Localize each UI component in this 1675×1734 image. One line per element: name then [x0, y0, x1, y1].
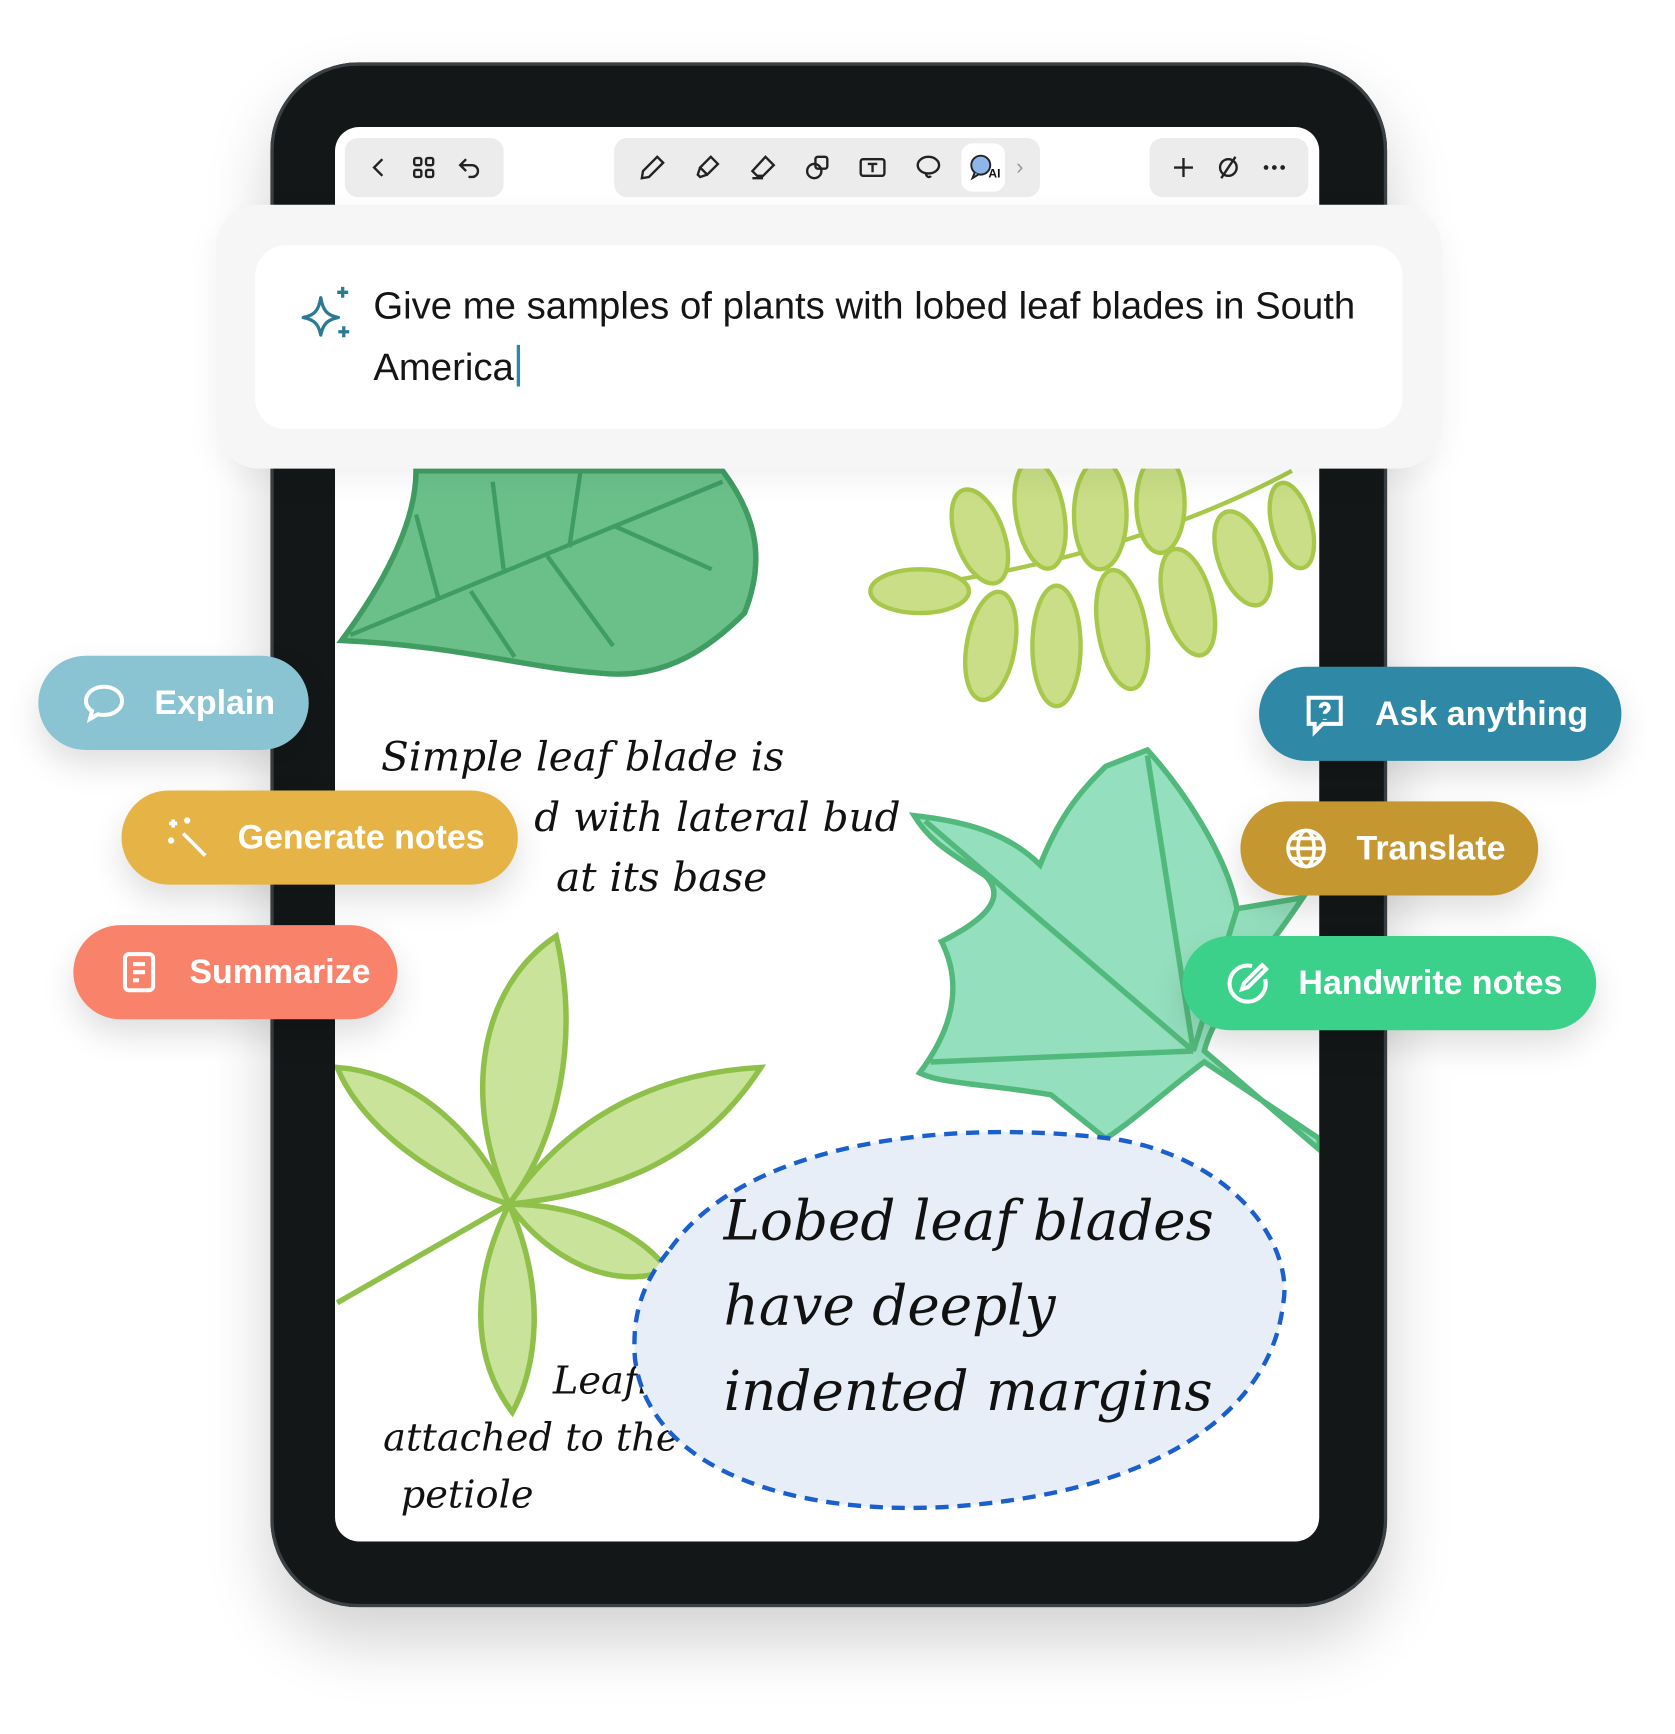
explain-label: Explain [154, 683, 276, 722]
ai-badge: AI [988, 167, 1001, 181]
highlighter-icon[interactable] [686, 143, 730, 191]
undo-icon[interactable] [448, 143, 492, 191]
ask-anything-button[interactable]: Ask anything [1259, 666, 1622, 761]
toolbar-left-group [344, 137, 504, 198]
note-line: Lobed leaf blades [723, 1188, 1214, 1253]
generate-notes-label: Generate notes [237, 817, 485, 857]
text-box-icon[interactable] [851, 143, 895, 191]
back-icon[interactable] [357, 143, 401, 191]
ai-chat-icon[interactable]: AI [961, 143, 1005, 192]
chevron-right-icon[interactable]: › [1016, 155, 1023, 180]
add-icon[interactable] [1161, 143, 1205, 191]
hide-icon[interactable] [1207, 143, 1251, 191]
speech-bubble-icon [83, 684, 125, 724]
generate-notes-button[interactable]: Generate notes [121, 790, 518, 885]
globe-icon [1286, 828, 1326, 869]
toolbar-right-group [1149, 137, 1309, 198]
translate-label: Translate [1356, 828, 1506, 868]
summarize-button[interactable]: Summarize [73, 925, 398, 1020]
magic-wand-icon [168, 817, 207, 857]
note-line: have deeply [723, 1274, 1056, 1338]
pen-circle-icon [1227, 962, 1269, 1004]
ai-prompt-panel: Give me samples of plants with lobed lea… [215, 204, 1442, 469]
text-cursor [517, 344, 521, 387]
ai-prompt-text: Give me samples of plants with lobed lea… [373, 284, 1356, 389]
summarize-label: Summarize [189, 952, 371, 991]
pen-icon[interactable] [631, 143, 675, 191]
lasso-icon[interactable] [906, 143, 950, 191]
simple-leaf-drawing [336, 468, 759, 677]
note-line: indented margins [723, 1359, 1213, 1424]
eraser-icon[interactable] [741, 143, 785, 191]
question-bubble-icon [1306, 695, 1343, 737]
note-line: Simple leaf blade is [380, 733, 785, 781]
handwrite-notes-button[interactable]: Handwrite notes [1182, 936, 1597, 1031]
explain-button[interactable]: Explain [38, 655, 309, 750]
more-icon[interactable] [1253, 143, 1297, 191]
ai-prompt-input[interactable]: Give me samples of plants with lobed lea… [255, 245, 1403, 430]
compound-leaf-drawing [868, 452, 1317, 709]
handwrite-notes-label: Handwrite notes [1298, 963, 1563, 1002]
ask-anything-label: Ask anything [1375, 694, 1589, 733]
document-icon [122, 952, 156, 993]
lobed-callout-note: Lobed leaf blades have deeply indented m… [724, 1178, 1214, 1434]
sparkle-icon [301, 286, 350, 338]
grid-icon[interactable] [402, 143, 446, 191]
shapes-icon[interactable] [796, 143, 840, 191]
toolbar-tools-group: AI › [614, 137, 1041, 198]
translate-button[interactable]: Translate [1240, 801, 1539, 896]
